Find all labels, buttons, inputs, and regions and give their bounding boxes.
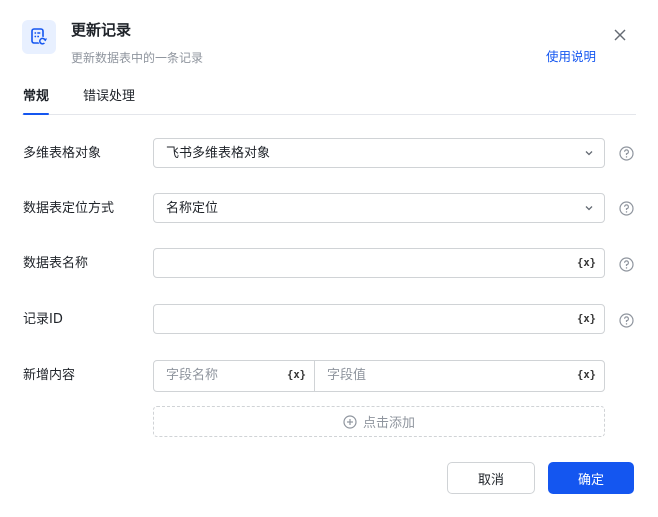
table-name-input[interactable]: {x} [153,248,605,278]
dialog-title: 更新记录 [71,21,132,39]
field-name-placeholder: 字段名称 [166,368,219,383]
key-value-row: 字段名称 {x} 字段值 {x} [153,360,605,392]
table-object-label: 多维表格对象 [23,146,102,161]
tab-general[interactable]: 常规 [23,88,50,115]
tab-error-handling[interactable]: 错误处理 [83,88,135,106]
locate-method-select[interactable]: 名称定位 [153,193,605,223]
chevron-down-icon [585,151,593,156]
variable-button[interactable]: {x} [577,312,596,326]
confirm-button[interactable]: 确定 [548,462,634,494]
field-value-input[interactable]: 字段值 {x} [315,361,604,391]
field-value-placeholder: 字段值 [327,368,367,383]
add-field-label: 点击添加 [362,416,415,431]
field-name-input[interactable]: 字段名称 {x} [154,361,315,391]
locate-method-value: 名称定位 [166,201,219,216]
chevron-down-icon [585,206,593,211]
table-refresh-icon [22,20,56,54]
table-object-value: 飞书多维表格对象 [166,146,271,161]
table-name-label: 数据表名称 [23,256,89,271]
help-icon[interactable] [618,312,634,328]
close-button[interactable] [610,25,630,45]
dialog-subtitle: 更新数据表中的一条记录 [71,51,204,65]
help-link[interactable]: 使用说明 [546,48,596,66]
help-icon[interactable] [618,256,634,272]
new-content-label: 新增内容 [23,368,76,383]
variable-button[interactable]: {x} [577,256,596,270]
record-id-label: 记录ID [23,312,63,327]
table-object-select[interactable]: 飞书多维表格对象 [153,138,605,168]
variable-button[interactable]: {x} [577,368,596,382]
tab-bar: 常规 错误处理 [22,84,636,115]
close-icon [614,29,626,41]
help-icon[interactable] [618,145,634,161]
update-record-dialog: 更新记录 更新数据表中的一条记录 使用说明 常规 错误处理 多维表格对象 飞书多… [0,0,658,517]
variable-button[interactable]: {x} [287,368,306,382]
help-icon[interactable] [618,200,634,216]
locate-method-label: 数据表定位方式 [23,201,115,216]
add-field-button[interactable]: 点击添加 [153,406,605,437]
cancel-button[interactable]: 取消 [447,462,535,494]
plus-circle-icon [343,414,357,429]
record-id-input[interactable]: {x} [153,304,605,334]
